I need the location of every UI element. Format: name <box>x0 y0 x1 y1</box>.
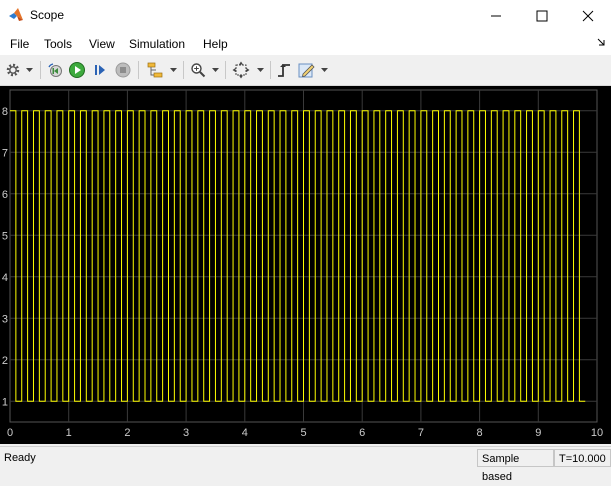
x-tick-label: 1 <box>66 427 72 439</box>
stop-button[interactable] <box>114 61 132 79</box>
scope-plot[interactable]: 0 1 2 3 4 5 6 7 8 9 10 1 2 3 4 5 6 7 8 <box>0 86 611 444</box>
autoscale-dropdown-icon[interactable] <box>257 67 264 73</box>
y-tick-label: 3 <box>2 313 8 325</box>
sample-mode-indicator: Sample based <box>477 449 554 483</box>
signal-dropdown-icon[interactable] <box>170 67 177 73</box>
simulation-time: T=10.000 <box>554 449 611 467</box>
toolbar <box>0 55 611 86</box>
settings-button[interactable] <box>4 61 22 79</box>
play-icon <box>69 62 85 78</box>
y-tick-label: 6 <box>2 189 8 201</box>
x-tick-label: 6 <box>359 427 365 439</box>
x-tick-label: 9 <box>535 427 541 439</box>
menu-help[interactable]: Help <box>203 37 228 51</box>
y-tick-label: 1 <box>2 396 8 408</box>
step-back-button[interactable] <box>46 61 64 79</box>
minimize-icon <box>491 15 501 16</box>
minimize-button[interactable] <box>473 0 519 31</box>
toolbar-separator <box>138 61 139 79</box>
zoom-in-icon <box>191 63 206 78</box>
menu-file[interactable]: File <box>10 37 29 51</box>
y-tick-label: 7 <box>2 147 8 159</box>
y-tick-label: 5 <box>2 230 8 242</box>
style-dropdown-icon[interactable] <box>321 67 328 73</box>
scope-display[interactable]: 0 1 2 3 4 5 6 7 8 9 10 1 2 3 4 5 6 7 8 <box>0 86 611 444</box>
toolbar-separator <box>40 61 41 79</box>
step-back-icon <box>48 63 62 77</box>
matlab-icon <box>9 8 23 21</box>
autoscale-icon <box>232 61 250 79</box>
menu-bar: File Tools View Simulation Help <box>0 31 611 55</box>
triggers-button[interactable] <box>275 61 293 79</box>
signal-trace <box>10 110 586 402</box>
close-icon <box>582 10 594 21</box>
stop-icon <box>115 62 131 78</box>
x-tick-label: 2 <box>124 427 130 439</box>
maximize-icon <box>536 10 548 21</box>
menu-simulation[interactable]: Simulation <box>129 37 185 51</box>
signal-hierarchy-icon <box>147 62 163 78</box>
step-forward-button[interactable] <box>91 61 109 79</box>
toolbar-separator <box>225 61 226 79</box>
x-tick-label: 7 <box>418 427 424 439</box>
pencil-icon <box>298 63 315 78</box>
toolbar-separator <box>183 61 184 79</box>
maximize-button[interactable] <box>519 0 565 31</box>
settings-dropdown-icon[interactable] <box>26 67 33 73</box>
y-tick-label: 4 <box>2 272 8 284</box>
dock-arrow-icon[interactable] <box>597 38 605 46</box>
menu-tools[interactable]: Tools <box>44 37 72 51</box>
run-button[interactable] <box>68 61 86 79</box>
x-tick-label: 10 <box>591 427 603 439</box>
x-tick-label: 4 <box>242 427 248 439</box>
autoscale-button[interactable] <box>232 61 250 79</box>
y-tick-label: 2 <box>2 355 8 367</box>
menu-view[interactable]: View <box>89 37 115 51</box>
step-forward-icon <box>95 65 105 75</box>
trigger-icon <box>278 64 290 77</box>
toolbar-separator <box>270 61 271 79</box>
signal-selector-button[interactable] <box>146 61 164 79</box>
status-bar: Ready Sample based T=10.000 <box>0 446 611 483</box>
style-button[interactable] <box>298 61 316 79</box>
close-button[interactable] <box>565 0 611 31</box>
window-title: Scope <box>30 8 65 22</box>
title-bar: Scope <box>0 0 611 31</box>
zoom-dropdown-icon[interactable] <box>212 67 219 73</box>
status-text: Ready <box>4 452 36 464</box>
gear-icon <box>6 63 20 77</box>
x-tick-label: 3 <box>183 427 189 439</box>
y-tick-label: 8 <box>2 106 8 118</box>
x-tick-label: 0 <box>7 427 13 439</box>
x-tick-label: 8 <box>477 427 483 439</box>
x-tick-label: 5 <box>300 427 306 439</box>
zoom-in-button[interactable] <box>189 61 207 79</box>
